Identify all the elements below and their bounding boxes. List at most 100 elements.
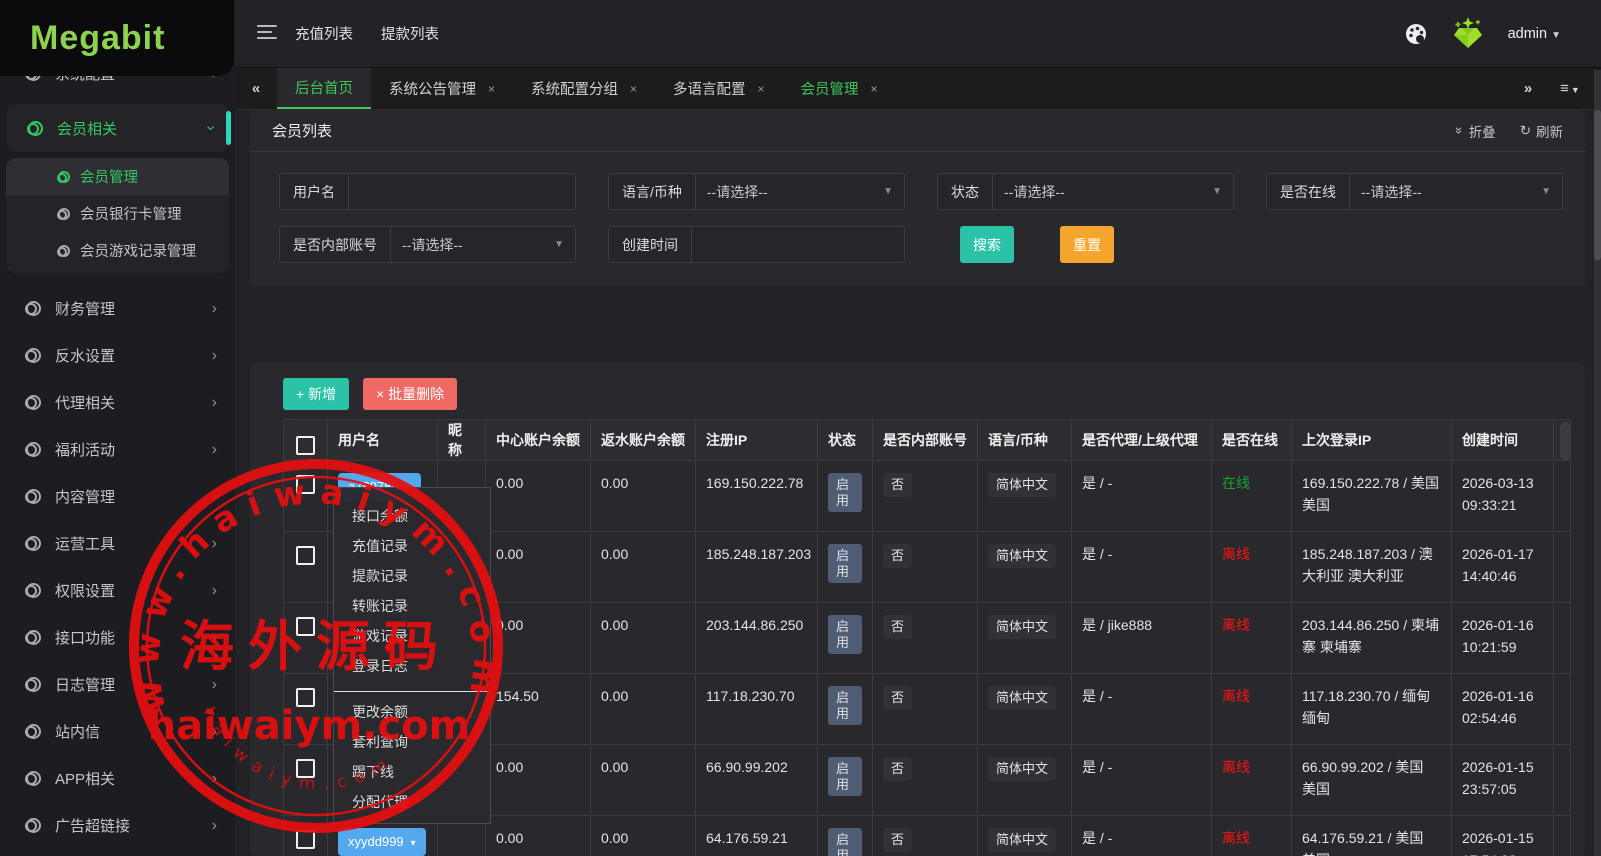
- tab[interactable]: 多语言配置 ×: [655, 68, 783, 109]
- row-checkbox[interactable]: [296, 475, 315, 494]
- tab-label: 多语言配置: [673, 82, 746, 98]
- vertical-scrollbar[interactable]: [1594, 70, 1601, 856]
- chevron-down-icon: ▼: [883, 186, 893, 197]
- created-time-input[interactable]: [692, 227, 904, 262]
- center-balance-cell: 0.00: [485, 602, 591, 674]
- sidebar-subitem[interactable]: 会员管理: [6, 158, 229, 195]
- circle-icon: [25, 677, 41, 692]
- filter-username: 用户名: [279, 173, 576, 210]
- gem-icon[interactable]: [1448, 14, 1488, 54]
- center-balance-cell: 0.00: [485, 531, 591, 603]
- refresh-button[interactable]: ↻ 刷新: [1520, 121, 1563, 141]
- language-badge: 简体中文: [988, 757, 1057, 781]
- reset-button[interactable]: 重置: [1060, 226, 1114, 263]
- tab[interactable]: 系统公告管理 ×: [371, 68, 513, 109]
- language-select[interactable]: --请选择-- ▼: [696, 174, 904, 209]
- chevron-right-icon: ›: [211, 487, 217, 505]
- online-select[interactable]: --请选择-- ▼: [1350, 174, 1562, 209]
- row-checkbox[interactable]: [296, 830, 315, 849]
- menu-item[interactable]: 接口余额: [334, 501, 490, 531]
- search-button[interactable]: 搜索: [960, 226, 1014, 263]
- sidebar-item[interactable]: 反水设置 ›: [0, 332, 235, 379]
- filter-label: 是否内部账号: [280, 227, 391, 262]
- user-menu[interactable]: admin ▼: [1508, 26, 1561, 42]
- language-badge: 简体中文: [988, 615, 1057, 639]
- scrollbar-thumb[interactable]: [1594, 110, 1601, 260]
- palette-icon[interactable]: [1404, 22, 1428, 46]
- internal-select[interactable]: --请选择-- ▼: [391, 227, 575, 262]
- filter-status: 状态 --请选择-- ▼: [937, 173, 1234, 210]
- close-icon[interactable]: ×: [758, 82, 765, 96]
- col-last-login-ip: 上次登录IP: [1291, 419, 1452, 461]
- sidebar-item[interactable]: 财务管理 ›: [0, 285, 235, 332]
- menu-item[interactable]: 提款记录: [334, 561, 490, 591]
- row-checkbox[interactable]: [296, 617, 315, 636]
- menu-item[interactable]: 更改余额: [334, 697, 490, 727]
- register-ip-cell: 185.248.187.203: [695, 531, 818, 603]
- last-login-ip-cell: 203.144.86.250 / 柬埔寨 柬埔寨: [1291, 602, 1452, 674]
- menu-item[interactable]: 转账记录: [334, 591, 490, 621]
- sidebar-item[interactable]: APP相关 ›: [0, 755, 235, 802]
- filter-label: 用户名: [280, 174, 349, 209]
- row-checkbox[interactable]: [296, 688, 315, 707]
- menu-item[interactable]: 游戏记录: [334, 621, 490, 651]
- sidebar-item[interactable]: 广告超链接 ›: [0, 802, 235, 849]
- created-cell: 2026-01-15 17:54:22: [1451, 815, 1554, 856]
- sidebar-subitem[interactable]: 会员银行卡管理: [6, 195, 229, 232]
- sidebar-item[interactable]: 代理相关 ›: [0, 379, 235, 426]
- panel-header: 会员列表 » 折叠 ↻ 刷新: [250, 110, 1585, 152]
- nav-recharge-list[interactable]: 充值列表: [295, 23, 353, 44]
- menu-item[interactable]: 登录日志: [334, 651, 490, 681]
- batch-delete-button[interactable]: × 批量删除: [363, 378, 458, 410]
- sidebar-item-label: 反水设置: [55, 348, 116, 365]
- username-input[interactable]: [349, 174, 575, 209]
- rebate-balance-cell: 0.00: [590, 673, 696, 745]
- close-icon[interactable]: ×: [488, 82, 495, 96]
- tab[interactable]: 系统配置分组 ×: [513, 68, 655, 109]
- menu-item[interactable]: 分配代理: [334, 787, 490, 817]
- select-all-checkbox[interactable]: [296, 436, 315, 455]
- hamburger-icon[interactable]: [257, 25, 277, 43]
- add-button[interactable]: + 新增: [283, 378, 350, 410]
- row-checkbox[interactable]: [296, 546, 315, 565]
- sidebar-item[interactable]: 站内信 ›: [0, 708, 235, 755]
- username-button[interactable]: xyydd999: [338, 828, 426, 856]
- tab-label: 后台首页: [295, 81, 353, 97]
- tab[interactable]: 后台首页 ×: [277, 68, 371, 109]
- scroll-tabs-left-button[interactable]: «: [235, 68, 277, 109]
- app-root: 系统配置 › 会员相关 › 会员管理 会员银行卡管理: [0, 0, 1601, 856]
- sidebar-item[interactable]: 运营工具 ›: [0, 520, 235, 567]
- close-icon[interactable]: ×: [871, 82, 878, 96]
- rebate-balance-cell: 0.00: [590, 460, 696, 532]
- menu-item[interactable]: 踢下线: [334, 757, 490, 787]
- sidebar-item[interactable]: 接口功能 ›: [0, 614, 235, 661]
- nav-withdraw-list[interactable]: 提款列表: [381, 23, 439, 44]
- sidebar-item-member-related[interactable]: 会员相关 ›: [6, 104, 231, 152]
- collapse-button[interactable]: » 折叠: [1453, 121, 1496, 141]
- sidebar-item[interactable]: 福利活动 ›: [0, 426, 235, 473]
- sidebar-item[interactable]: 权限设置 ›: [0, 567, 235, 614]
- logo[interactable]: Megabit: [0, 0, 234, 76]
- rebate-balance-cell: 0.00: [590, 744, 696, 816]
- circle-icon: [25, 724, 41, 739]
- scroll-tabs-right-button[interactable]: »: [1511, 80, 1545, 97]
- row-checkbox[interactable]: [296, 759, 315, 778]
- tab[interactable]: 会员管理 ×: [783, 68, 896, 109]
- chevron-right-icon: ›: [211, 628, 217, 646]
- close-icon[interactable]: ×: [630, 82, 637, 96]
- topbar-right: admin ▼: [1404, 0, 1561, 67]
- sidebar-item-label: 广告超链接: [55, 818, 131, 835]
- refresh-icon: ↻: [1519, 122, 1531, 138]
- sidebar-subitem[interactable]: 会员游戏记录管理: [6, 232, 229, 269]
- menu-item[interactable]: 充值记录: [334, 531, 490, 561]
- sidebar-item[interactable]: 日志管理 ›: [0, 661, 235, 708]
- status-select[interactable]: --请选择-- ▼: [993, 174, 1233, 209]
- agent-cell: 是 / -: [1071, 673, 1212, 745]
- tab-options-button[interactable]: ≡ ▼: [1553, 80, 1587, 97]
- chevron-right-icon: ›: [211, 346, 217, 364]
- sidebar-item[interactable]: 内容管理 ›: [0, 473, 235, 520]
- scrollbar-pill[interactable]: [1560, 422, 1570, 460]
- status-badge: 启用: [828, 544, 862, 584]
- col-status: 状态: [817, 419, 873, 461]
- menu-item[interactable]: 套利查询: [334, 727, 490, 757]
